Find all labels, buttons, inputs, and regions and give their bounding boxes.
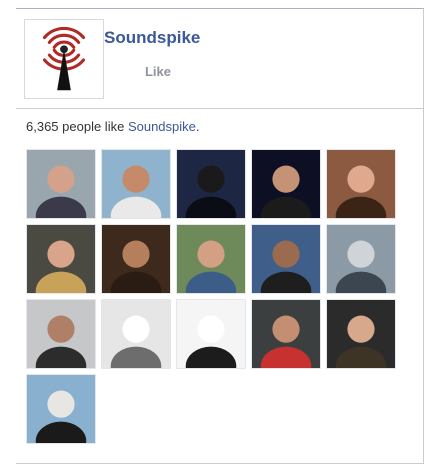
- fan-avatar[interactable]: [101, 299, 171, 369]
- fan-avatar[interactable]: [101, 149, 171, 219]
- fan-avatar[interactable]: [26, 224, 96, 294]
- fan-avatar[interactable]: [251, 299, 321, 369]
- avatar-photo: [327, 225, 395, 293]
- fan-avatar[interactable]: [176, 224, 246, 294]
- avatar-photo: [252, 300, 320, 368]
- avatar-photo: [252, 225, 320, 293]
- avatar-photo: [327, 300, 395, 368]
- broadcast-tower-icon: [42, 26, 86, 91]
- people-like-text: people like: [58, 119, 128, 134]
- fan-avatar[interactable]: [176, 149, 246, 219]
- avatar-photo: [177, 225, 245, 293]
- fan-avatar[interactable]: [101, 224, 171, 294]
- fan-avatar[interactable]: [326, 149, 396, 219]
- avatar-photo: [102, 300, 170, 368]
- page-logo[interactable]: [24, 19, 104, 99]
- avatar-photo: [27, 225, 95, 293]
- fan-avatar[interactable]: [26, 149, 96, 219]
- period-text: .: [195, 119, 200, 134]
- fan-avatar[interactable]: [251, 149, 321, 219]
- avatar-photo: [177, 300, 245, 368]
- fan-avatar[interactable]: [176, 299, 246, 369]
- fan-avatar[interactable]: [251, 224, 321, 294]
- avatar-photo: [327, 150, 395, 218]
- avatar-photo: [27, 375, 95, 443]
- avatar-photo: [102, 150, 170, 218]
- fan-avatar[interactable]: [326, 299, 396, 369]
- fan-count-line: 6,365 people like Soundspike.: [26, 119, 200, 134]
- fan-avatar[interactable]: [26, 374, 96, 444]
- fan-avatar[interactable]: [326, 224, 396, 294]
- header-divider: [16, 108, 423, 109]
- fan-count: 6,365: [26, 119, 59, 134]
- like-button[interactable]: Like: [132, 61, 184, 83]
- fan-avatar[interactable]: [26, 299, 96, 369]
- avatar-photo: [27, 300, 95, 368]
- page-header: Soundspike Like: [16, 9, 423, 107]
- avatar-photo: [252, 150, 320, 218]
- avatar-photo: [27, 150, 95, 218]
- avatar-photo: [177, 150, 245, 218]
- page-name-link[interactable]: Soundspike: [104, 28, 200, 48]
- avatar-photo: [102, 225, 170, 293]
- like-box-widget: Soundspike Like 6,365 people like Sounds…: [16, 8, 424, 464]
- page-name-inline-link[interactable]: Soundspike: [128, 119, 196, 134]
